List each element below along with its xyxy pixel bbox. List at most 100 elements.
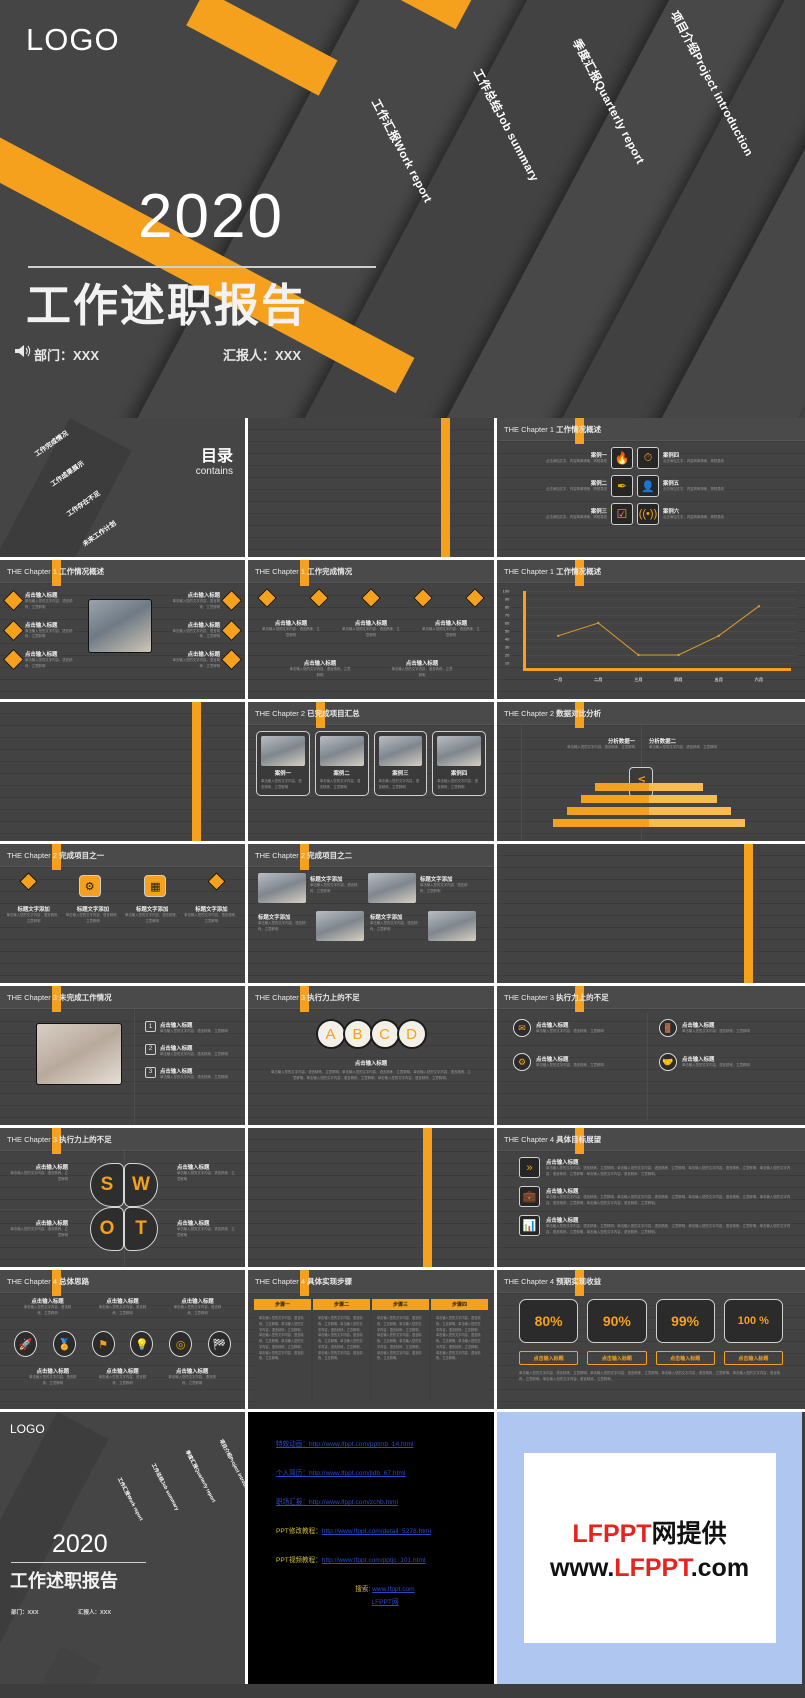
diamond-icon [361,588,381,608]
search-url[interactable]: www.lfppt.com [372,1586,415,1593]
item-title: 点击输入标题 [187,652,220,659]
thumb-chapter-4[interactable]: THE Chapter 4 未来工作计划 [248,1128,497,1270]
thumb-row-7: THE Chapter 4 总体思路 点击输入标题 单击输入您的文字内容，语言精… [0,1270,805,1412]
thumb-c3-exec-a[interactable]: THE Chapter 3 执行力上的不足 A B C D 点击输入标题 单击输… [248,986,497,1128]
cover-reporter: 汇报人：XXX [78,1610,112,1616]
grid-icon: ▦ [144,875,167,897]
project-title: 案例一 [274,771,291,777]
thumb-chapter-3[interactable]: THE Chapter 3 工作存在不足 [497,844,805,986]
item-title: 点击输入标题 [175,1369,209,1375]
link-url[interactable]: http://www.lfppt.com/jldb_67.html [309,1470,405,1477]
slide-header-text: THE Chapter 2 完成项目之二 [248,850,352,861]
chart-point [556,634,560,637]
rocket-icon: 🚀 [14,1331,37,1357]
link-row[interactable]: PPT视频教程：http://www.lfppt.com/pptjc_101.h… [276,1554,494,1564]
brand-box: LFPPT网提供 www.LFPPT.com [523,1453,776,1643]
chart-bar-icon: 📊 [519,1215,540,1236]
item-title: 点击输入标题 [25,593,58,599]
pyramid-bar [553,819,649,827]
header-en: THE Chapter 4 [504,1134,555,1144]
thumb-c2-proj2[interactable]: THE Chapter 2 完成项目之二 标题文字添加 单击输入您的文字内容，语… [248,844,497,986]
project-title: 案例三 [392,771,409,777]
thumb-c3-exec-b[interactable]: THE Chapter 3 执行力上的不足 ✉ 点击输入标题 单击输入您的文字内… [497,986,805,1128]
brand-lfppt-2: LFPPT [614,1553,691,1582]
item-title: 点击输入标题 [187,622,220,629]
header-en: THE Chapter 1 [504,566,555,576]
list-item: 点击输入标题 单击输入您的文字内容，语言精炼，立意鲜明 [168,590,243,612]
header-cn: 执行力上的不足 [307,992,360,1002]
step-header: 步骤二 [313,1299,372,1310]
proj-item: 标题文字添加 单击输入您的文字内容，语言精炼，立意鲜明 [310,875,362,895]
item-body: 单击输入您的文字内容，语言精炼，立意鲜明 [6,913,61,923]
percent-label: 点击输入标题 [587,1351,647,1365]
pyramid-bar [649,807,731,815]
thumb-chapter-1[interactable]: THE Chapter 1 工作完成情况 [248,418,497,560]
search-site-row[interactable]: LFPPT网 [276,1596,494,1606]
badge-a: A [315,1019,346,1049]
thumb-c4-steps[interactable]: THE Chapter 4 具体实现步骤 步骤一 步骤二 步骤三 步骤四 单击输… [248,1270,497,1412]
link-row[interactable]: 个人简历：http://www.lfppt.com/jldb_67.html [276,1467,494,1477]
percent-label: 点击输入标题 [723,1351,783,1365]
header-en: THE Chapter 3 [7,992,58,1002]
thumb-c4-goals[interactable]: THE Chapter 4 具体目标展望 » 点击输入标题 单击输入您的文字内容… [497,1128,805,1270]
thumb-links[interactable]: 特效动画：http://www.lfppt.com/pptmb_14.html … [248,1412,497,1684]
slide-header-text: THE Chapter 3 执行力上的不足 [0,1134,112,1145]
project-photo [316,911,364,941]
thumb-c2-summary[interactable]: THE Chapter 2 已完成项目汇总 案例一 单击输入您的文字内容，语言精… [248,702,497,844]
node-label: 点击输入标题 单击输入您的文字内容，语言精炼，立意鲜明 [172,1297,224,1317]
thumb-brand[interactable]: LFPPT网提供 www.LFPPT.com [497,1412,802,1684]
search-row[interactable]: 搜索: www.lfppt.com [276,1583,494,1593]
goal-item: » 点击输入标题 单击输入您的文字内容，语言精炼，立意鲜明，单击输入您的文字内容… [519,1157,791,1178]
thumb-c3-exec-c[interactable]: THE Chapter 3 执行力上的不足 点击输入标题 单击输入您的文字内容，… [0,1128,248,1270]
chart-point [677,653,680,657]
benefit-body: 单击输入您的文字内容，语言精炼，立意鲜明，单击输入您的文字内容，语言精炼，立意鲜… [519,1371,781,1381]
link-url[interactable]: http://www.lfppt.com/zchb.html [309,1499,398,1506]
thumb-c2-compare[interactable]: THE Chapter 2 数据对比分析 分析数据一 单击输入您的文字内容，语言… [497,702,805,844]
link-url[interactable]: http://www.lfppt.com/detail_5278.html [322,1528,431,1535]
link-url[interactable]: http://www.lfppt.com/pptmb_14.html [309,1441,413,1448]
item-body: 单击输入您的文字内容，语言精炼，立意鲜明 [160,1051,228,1056]
header-en: THE Chapter 4 [504,1276,555,1286]
thumb-row-3: THE Chapter 2 工作成果展示 THE Chapter 2 已完成项目… [0,702,805,844]
badge-b: B [342,1019,373,1049]
thumb-c1-detail[interactable]: THE Chapter 1 工作情况概述 点击输入标题 单击输入您的文字内容，语… [0,560,248,702]
thumb-chapter-2[interactable]: THE Chapter 2 工作成果展示 [0,702,248,844]
slide-header: THE Chapter 3 执行力上的不足 [0,1128,245,1154]
link-row[interactable]: PPT修改教程：http://www.lfppt.com/detail_5278… [276,1525,494,1535]
link-row[interactable]: 特效动画：http://www.lfppt.com/pptmb_14.html [276,1438,494,1448]
link-row[interactable]: 职场汇报：http://www.lfppt.com/zchb.html [276,1496,494,1506]
stripe-bg [248,418,494,557]
thumb-cover-end[interactable]: LOGO 工作汇报Work report 工作总结Job summary 季度汇… [0,1412,248,1684]
percent-badge: 80% [519,1299,579,1343]
compare-label: 分析数据二 [649,739,676,745]
item-title: 点击输入标题 [35,1221,68,1227]
thumb-toc[interactable]: 工作完成情况 工作成果展示 工作存在不足 未来工作计划 目录 contains [0,418,248,560]
thumb-c1-status[interactable]: THE Chapter 1 工作完成情况 点击输入标题 单击输入您的文字内容，语… [248,560,497,702]
thumb-c4-thinking[interactable]: THE Chapter 4 总体思路 点击输入标题 单击输入您的文字内容，语言精… [0,1270,248,1412]
slide-body: ✉ 点击输入标题 单击输入您的文字内容，语言精炼，立意鲜明 ⚙ 点击输入标题 单… [497,1009,805,1125]
item-title: 点击输入标题 [354,621,388,627]
item-body: 单击输入您的文字内容，语言精炼，立意鲜明 [168,1375,216,1385]
item-body: 单击输入您的文字内容，语言精炼，立意鲜明 [536,1029,604,1034]
thumb-c4-benefit[interactable]: THE Chapter 4 预期实现收益 80% 90% 99% 100 % 点… [497,1270,805,1412]
thumb-c3-unfinished[interactable]: THE Chapter 3 未完成工作情况 1 点击输入标题 单击输入您的文字内… [0,986,248,1128]
slide-header: THE Chapter 1 工作情况概述 [497,418,805,444]
item-title: 点击输入标题 [35,1165,68,1171]
search-site[interactable]: LFPPT网 [371,1599,398,1606]
compare-label: 分析数据一 [608,739,635,745]
cover-department: 部门：XXX [34,348,100,363]
link-url[interactable]: http://www.lfppt.com/pptjc_101.html [322,1557,426,1564]
handshake-icon: 🤝 [659,1053,677,1071]
thumb-c1-overview[interactable]: THE Chapter 1 工作情况概述 案例一 点击添加文字，内容简单清晰，简… [497,418,805,560]
item-body: 单击输入您的文字内容，语言精炼，立意鲜明 [536,1063,604,1068]
item-title: 点击输入标题 [160,1068,193,1075]
thumb-c2-proj1[interactable]: THE Chapter 2 完成项目之一 ⚙ ▦ 标题文字添加 单击输入您的文字… [0,844,248,986]
thumb-c1-chart[interactable]: THE Chapter 1 工作情况概述 100 90 80 70 60 50 40 30 20… [497,560,805,702]
project-card: 案例四 单击输入您的文字内容，语言精炼，立意鲜明 [432,731,486,796]
ribbon-label-3: 季度汇报Quarterly report [183,1449,217,1504]
item-title: 标题文字添加 [195,907,228,913]
slide-header-text: THE Chapter 3 执行力上的不足 [497,992,609,1003]
slide-body: 标题文字添加 单击输入您的文字内容，语言精炼，立意鲜明 标题文字添加 单击输入您… [248,867,494,983]
pen-icon: ✒ [611,475,633,497]
node-label: 点击输入标题 单击输入您的文字内容，语言精炼，立意鲜明 [166,1367,218,1387]
